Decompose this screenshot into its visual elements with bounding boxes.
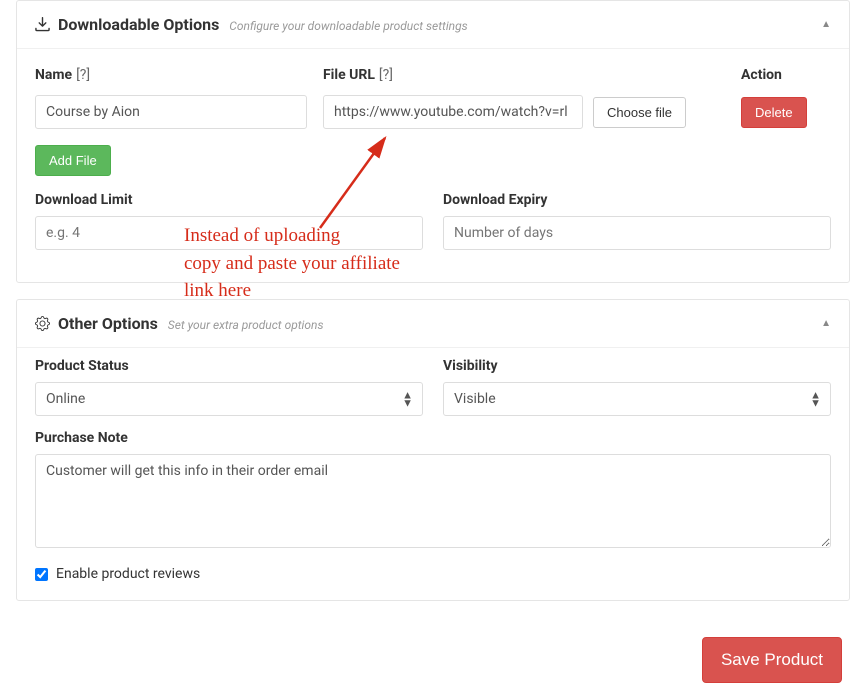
delete-button[interactable]: Delete	[741, 97, 807, 128]
visibility-select[interactable]	[443, 382, 831, 416]
download-expiry-label: Download Expiry	[443, 192, 831, 208]
downloadable-panel-header[interactable]: Downloadable Options Configure your down…	[17, 1, 849, 48]
visibility-label: Visibility	[443, 358, 831, 374]
files-header-row: Name [?] File URL [?] Action	[35, 59, 831, 95]
downloadable-options-panel: Downloadable Options Configure your down…	[16, 0, 850, 283]
other-panel-body: Product Status ▲▼ Visibility ▲▼ Purchase…	[17, 347, 849, 600]
chevron-up-icon[interactable]: ▲	[821, 318, 831, 329]
product-status-label: Product Status	[35, 358, 423, 374]
panel-title-text: Other Options	[58, 314, 158, 333]
save-product-button[interactable]: Save Product	[702, 637, 842, 683]
choose-file-button[interactable]: Choose file	[593, 97, 686, 128]
chevron-up-icon[interactable]: ▲	[821, 19, 831, 30]
file-url-column-header: File URL	[323, 67, 375, 83]
purchase-note-textarea[interactable]	[35, 454, 831, 548]
panel-title-text: Downloadable Options	[58, 15, 219, 34]
download-icon	[35, 15, 50, 34]
other-panel-header[interactable]: Other Options Set your extra product opt…	[17, 300, 849, 347]
download-expiry-input[interactable]	[443, 216, 831, 250]
add-file-button[interactable]: Add File	[35, 145, 111, 176]
file-name-input[interactable]	[35, 95, 307, 129]
enable-reviews-label: Enable product reviews	[56, 566, 200, 582]
panel-subtitle-text: Set your extra product options	[168, 318, 324, 332]
file-url-input[interactable]	[323, 95, 583, 129]
gear-icon	[35, 314, 50, 333]
downloadable-panel-body: Name [?] File URL [?] Action	[17, 48, 849, 282]
product-status-select[interactable]	[35, 382, 423, 416]
other-options-panel: Other Options Set your extra product opt…	[16, 299, 850, 601]
footer-actions: Save Product	[0, 617, 866, 693]
download-limit-input[interactable]	[35, 216, 423, 250]
help-icon[interactable]: [?]	[76, 67, 90, 83]
purchase-note-label: Purchase Note	[35, 430, 831, 446]
action-column-header: Action	[741, 67, 782, 83]
panel-subtitle-text: Configure your downloadable product sett…	[229, 19, 467, 33]
file-row: Choose file Delete	[35, 95, 831, 139]
help-icon[interactable]: [?]	[379, 67, 393, 83]
enable-reviews-checkbox[interactable]	[35, 568, 48, 581]
download-limit-label: Download Limit	[35, 192, 423, 208]
name-column-header: Name	[35, 67, 72, 83]
